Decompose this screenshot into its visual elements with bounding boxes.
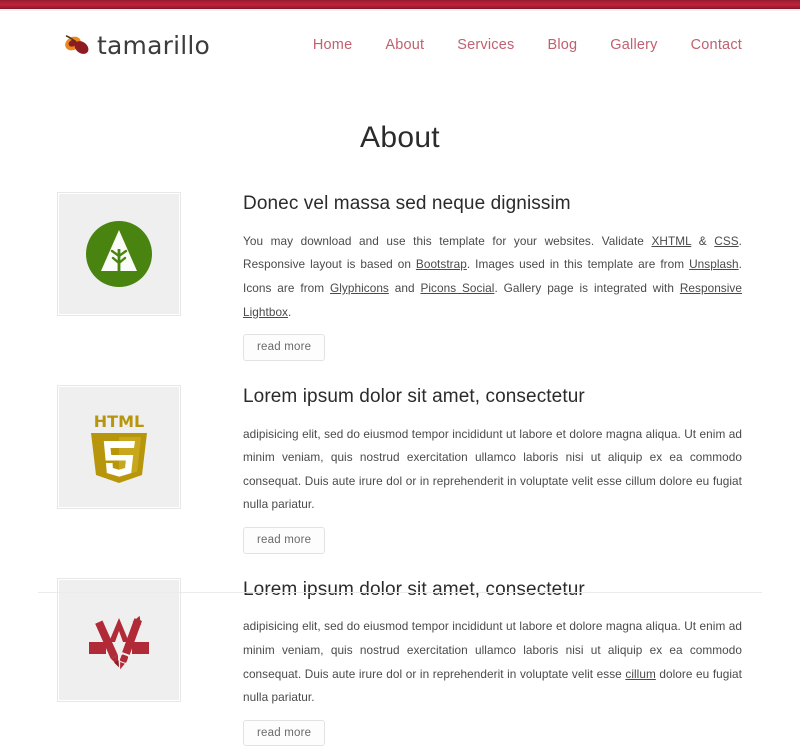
svg-text:HTML: HTML	[94, 412, 144, 431]
main-navigation: Home About Services Blog Gallery Contact	[313, 37, 742, 53]
section-paragraph: adipisicing elit, sed do eiusmod tempor …	[243, 426, 742, 512]
brand-logo-link[interactable]: tamarillo	[62, 32, 210, 58]
section-paragraph: You may download and use this template f…	[243, 233, 742, 319]
about-section-row: Donec vel massa sed neque dignissim You …	[58, 193, 742, 361]
page-title: About	[360, 121, 440, 154]
section-heading: Lorem ipsum dolor sit amet, consectetur	[243, 578, 585, 600]
html5-shield-icon: HTML	[83, 407, 155, 487]
read-more-button[interactable]: read more	[243, 719, 326, 746]
green-forest-tree-circle-icon	[79, 214, 159, 294]
nav-item-home[interactable]: Home	[313, 37, 352, 53]
nav-item-blog[interactable]: Blog	[547, 37, 577, 53]
inline-link[interactable]: CSS	[714, 234, 738, 248]
tamarillo-fruit-icon	[62, 32, 92, 58]
inline-link[interactable]: Unsplash	[689, 257, 739, 271]
inline-link[interactable]: Picons Social	[420, 281, 494, 295]
about-sections-list: Donec vel massa sed neque dignissim You …	[58, 193, 742, 746]
nav-item-services[interactable]: Services	[457, 37, 514, 53]
read-more-button[interactable]: read more	[243, 334, 326, 361]
nav-item-gallery[interactable]: Gallery	[610, 37, 657, 53]
inline-link[interactable]: Glyphicons	[330, 281, 389, 295]
nav-item-contact[interactable]: Contact	[691, 37, 742, 53]
section-heading: Lorem ipsum dolor sit amet, consectetur	[243, 385, 585, 407]
section-thumbnail[interactable]: HTML	[58, 385, 180, 508]
section-body: Donec vel massa sed neque dignissim You …	[243, 193, 742, 361]
inline-link[interactable]: Bootstrap	[416, 257, 467, 271]
about-section-row: HTML Lorem ipsum dolor sit amet, consect…	[58, 385, 742, 554]
footer-divider	[38, 592, 762, 593]
inline-link[interactable]: XHTML	[651, 234, 691, 248]
section-heading: Donec vel massa sed neque dignissim	[243, 193, 571, 214]
section-body: Lorem ipsum dolor sit amet, consectetur …	[243, 386, 742, 554]
about-section-row: Lorem ipsum dolor sit amet, consectetur …	[58, 578, 742, 746]
nav-item-about[interactable]: About	[385, 37, 424, 53]
section-body: Lorem ipsum dolor sit amet, consectetur …	[243, 579, 742, 746]
site-header: tamarillo Home About Services Blog Galle…	[0, 11, 800, 79]
section-thumbnail[interactable]	[58, 193, 180, 315]
section-thumbnail[interactable]	[58, 578, 180, 701]
appstore-pencil-brush-icon	[79, 600, 159, 680]
inline-link[interactable]: cillum	[625, 667, 655, 681]
top-accent-bar	[0, 0, 800, 9]
brand-name: tamarillo	[97, 30, 211, 60]
section-paragraph: adipisicing elit, sed do eiusmod tempor …	[243, 619, 742, 705]
read-more-button[interactable]: read more	[243, 526, 326, 554]
